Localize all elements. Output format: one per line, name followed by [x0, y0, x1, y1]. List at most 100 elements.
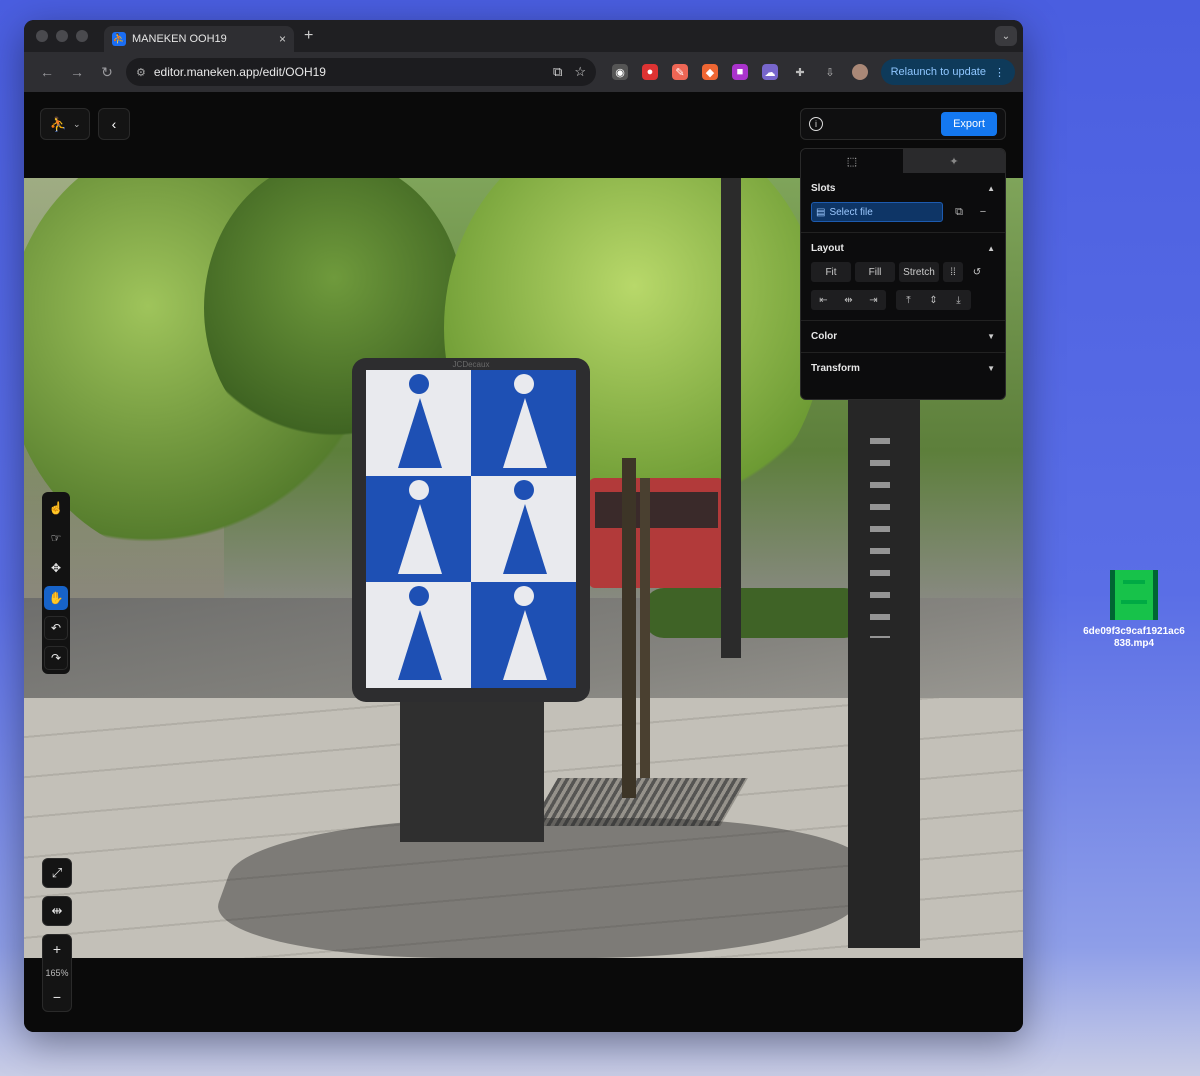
tab-magic[interactable]: ✦ — [903, 149, 1005, 173]
zoom-in-button[interactable]: + — [53, 941, 61, 957]
desktop-file[interactable]: 6de09f3c9caf1921ac6838.mp4 — [1082, 570, 1186, 650]
align-center-horizontal-icon[interactable]: ⇹ — [836, 290, 861, 310]
select-area-icon[interactable]: ☞ — [44, 526, 68, 550]
browser-toolbar: ← → ↻ ⚙ editor.maneken.app/edit/OOH19 ⧉ … — [24, 52, 1023, 92]
relaunch-label: Relaunch to update — [890, 66, 986, 78]
tab-selection[interactable]: ⬚ — [801, 149, 903, 173]
file-icon: ▤ — [816, 206, 826, 218]
tab-search-chevron-icon[interactable]: ⌄ — [995, 26, 1017, 46]
selection-frame-icon: ⬚ — [846, 155, 858, 168]
duplicate-icon[interactable]: ⧉ — [951, 206, 967, 219]
align-left-icon[interactable]: ⇤ — [811, 290, 836, 310]
slot-row: ▤ Select file ⧉ − — [811, 202, 995, 222]
zoom-window-button[interactable] — [76, 30, 88, 42]
select-file-label: Select file — [829, 206, 873, 218]
chevron-down-icon: ⌄ — [72, 118, 81, 129]
grid-icon[interactable]: ⁞⁞ — [943, 262, 963, 282]
install-app-icon[interactable]: ⧉ — [553, 64, 562, 80]
zoom-out-button[interactable]: − — [53, 989, 61, 1005]
fit-mode-row: Fit Fill Stretch ⁞⁞ ↺ — [811, 262, 995, 282]
align-top-icon[interactable]: ⤒ — [896, 290, 921, 310]
slots-section: Slots ▲ ▤ Select file ⧉ − — [801, 173, 1005, 233]
desktop-file-name: 6de09f3c9caf1921ac6838.mp4 — [1083, 626, 1185, 649]
pattern-tile — [471, 370, 576, 476]
billboard-frame[interactable]: JCDecaux — [352, 358, 590, 702]
transform-pointer-icon[interactable]: ✥ — [44, 556, 68, 580]
cloud-extension-icon[interactable]: ☁ — [762, 64, 778, 80]
pattern-tile — [471, 582, 576, 688]
select-file-button[interactable]: ▤ Select file — [811, 202, 943, 222]
transform-section: Transform ▼ — [801, 353, 1005, 384]
orange-extension-icon[interactable]: ◆ — [702, 64, 718, 80]
download-icon[interactable]: ⇩ — [822, 64, 838, 80]
fullscreen-expand-icon[interactable]: ⤢ — [42, 858, 72, 888]
tab-maneken[interactable]: ⛹ MANEKEN OOH19 × — [104, 26, 294, 52]
address-bar[interactable]: ⚙ editor.maneken.app/edit/OOH19 ⧉ ☆ — [126, 58, 596, 86]
select-point-icon[interactable]: ☝ — [44, 496, 68, 520]
undo-icon[interactable]: ↶ — [44, 616, 68, 640]
info-icon[interactable]: i — [809, 117, 823, 131]
slots-header[interactable]: Slots ▲ — [811, 183, 995, 194]
top-right-bar: i Export — [800, 108, 1006, 140]
zoom-level: 165% — [45, 968, 69, 978]
url-text: editor.maneken.app/edit/OOH19 — [153, 65, 326, 79]
minimize-window-button[interactable] — [56, 30, 68, 42]
red-extension-icon[interactable]: ● — [642, 64, 658, 80]
bookmark-star-icon[interactable]: ☆ — [574, 64, 586, 80]
caret-down-icon: ▼ — [987, 364, 995, 373]
tree-trunk — [622, 458, 636, 798]
fill-button[interactable]: Fill — [855, 262, 895, 282]
fit-to-screen-icon[interactable]: ⇹ — [42, 896, 72, 926]
align-bottom-icon[interactable]: ⤓ — [946, 290, 971, 310]
slots-title: Slots — [811, 183, 836, 194]
redo-icon[interactable]: ↷ — [44, 646, 68, 670]
hand-tool-icon[interactable]: ✋ — [44, 586, 68, 610]
site-settings-icon[interactable]: ⚙ — [136, 66, 146, 79]
forward-arrow-icon[interactable]: → — [62, 64, 92, 80]
camera-extension-icon[interactable]: ◉ — [612, 64, 628, 80]
align-right-icon[interactable]: ⇥ — [861, 290, 886, 310]
reload-icon[interactable]: ↻ — [92, 64, 122, 81]
back-button[interactable]: ‹ — [98, 108, 130, 140]
fit-button[interactable]: Fit — [811, 262, 851, 282]
app-menu-button[interactable]: ⛹ ⌄ — [40, 108, 90, 140]
new-tab-button[interactable]: + — [304, 27, 313, 45]
remove-icon[interactable]: − — [975, 206, 991, 218]
kebab-menu-icon[interactable]: ⋮ — [994, 66, 1005, 79]
chevron-left-icon: ‹ — [111, 116, 117, 132]
relaunch-button[interactable]: Relaunch to update ⋮ — [880, 59, 1015, 85]
reset-icon[interactable]: ↺ — [967, 262, 987, 282]
color-header[interactable]: Color ▼ — [811, 331, 995, 342]
profile-avatar[interactable] — [852, 64, 868, 80]
editor-app: JCDecaux ⛹ ⌄ ‹ i Export ⬚ ✦ Slots ▲ ▤ Se… — [24, 92, 1023, 1032]
back-arrow-icon[interactable]: ← — [32, 64, 62, 80]
billboard-artwork[interactable] — [366, 370, 576, 688]
billboard-brand: JCDecaux — [452, 360, 490, 369]
street-pole — [721, 178, 741, 658]
caret-down-icon: ▼ — [987, 332, 995, 341]
align-center-vertical-icon[interactable]: ⇕ — [921, 290, 946, 310]
magic-wand-icon: ✦ — [949, 155, 959, 168]
export-button[interactable]: Export — [941, 112, 997, 136]
hedge — [644, 588, 864, 638]
puzzle-extensions-icon[interactable]: ✚ — [792, 64, 808, 80]
maneken-favicon-icon: ⛹ — [112, 32, 126, 46]
purple-extension-icon[interactable]: ■ — [732, 64, 748, 80]
left-toolbar: ☝ ☞ ✥ ✋ ↶ ↷ — [42, 492, 70, 674]
layout-header[interactable]: Layout ▲ — [811, 243, 995, 254]
stretch-button[interactable]: Stretch — [899, 262, 939, 282]
video-file-thumbnail — [1110, 570, 1158, 620]
billboard-post — [400, 702, 544, 842]
bottom-left-toolbar: ⤢ ⇹ + 165% − — [42, 858, 72, 1012]
red-bus — [589, 478, 724, 588]
vertical-align-group: ⤒ ⇕ ⤓ — [896, 290, 971, 310]
extensions-bar: ◉ ● ✎ ◆ ■ ☁ ✚ ⇩ — [612, 64, 868, 80]
tree-shadow — [198, 818, 890, 958]
tab-bar: ⛹ MANEKEN OOH19 × + ⌄ — [24, 20, 1023, 52]
tab-close-icon[interactable]: × — [279, 32, 286, 46]
transform-header[interactable]: Transform ▼ — [811, 363, 995, 374]
pen-extension-icon[interactable]: ✎ — [672, 64, 688, 80]
horizontal-align-group: ⇤ ⇹ ⇥ — [811, 290, 886, 310]
window-controls — [36, 30, 88, 42]
close-window-button[interactable] — [36, 30, 48, 42]
